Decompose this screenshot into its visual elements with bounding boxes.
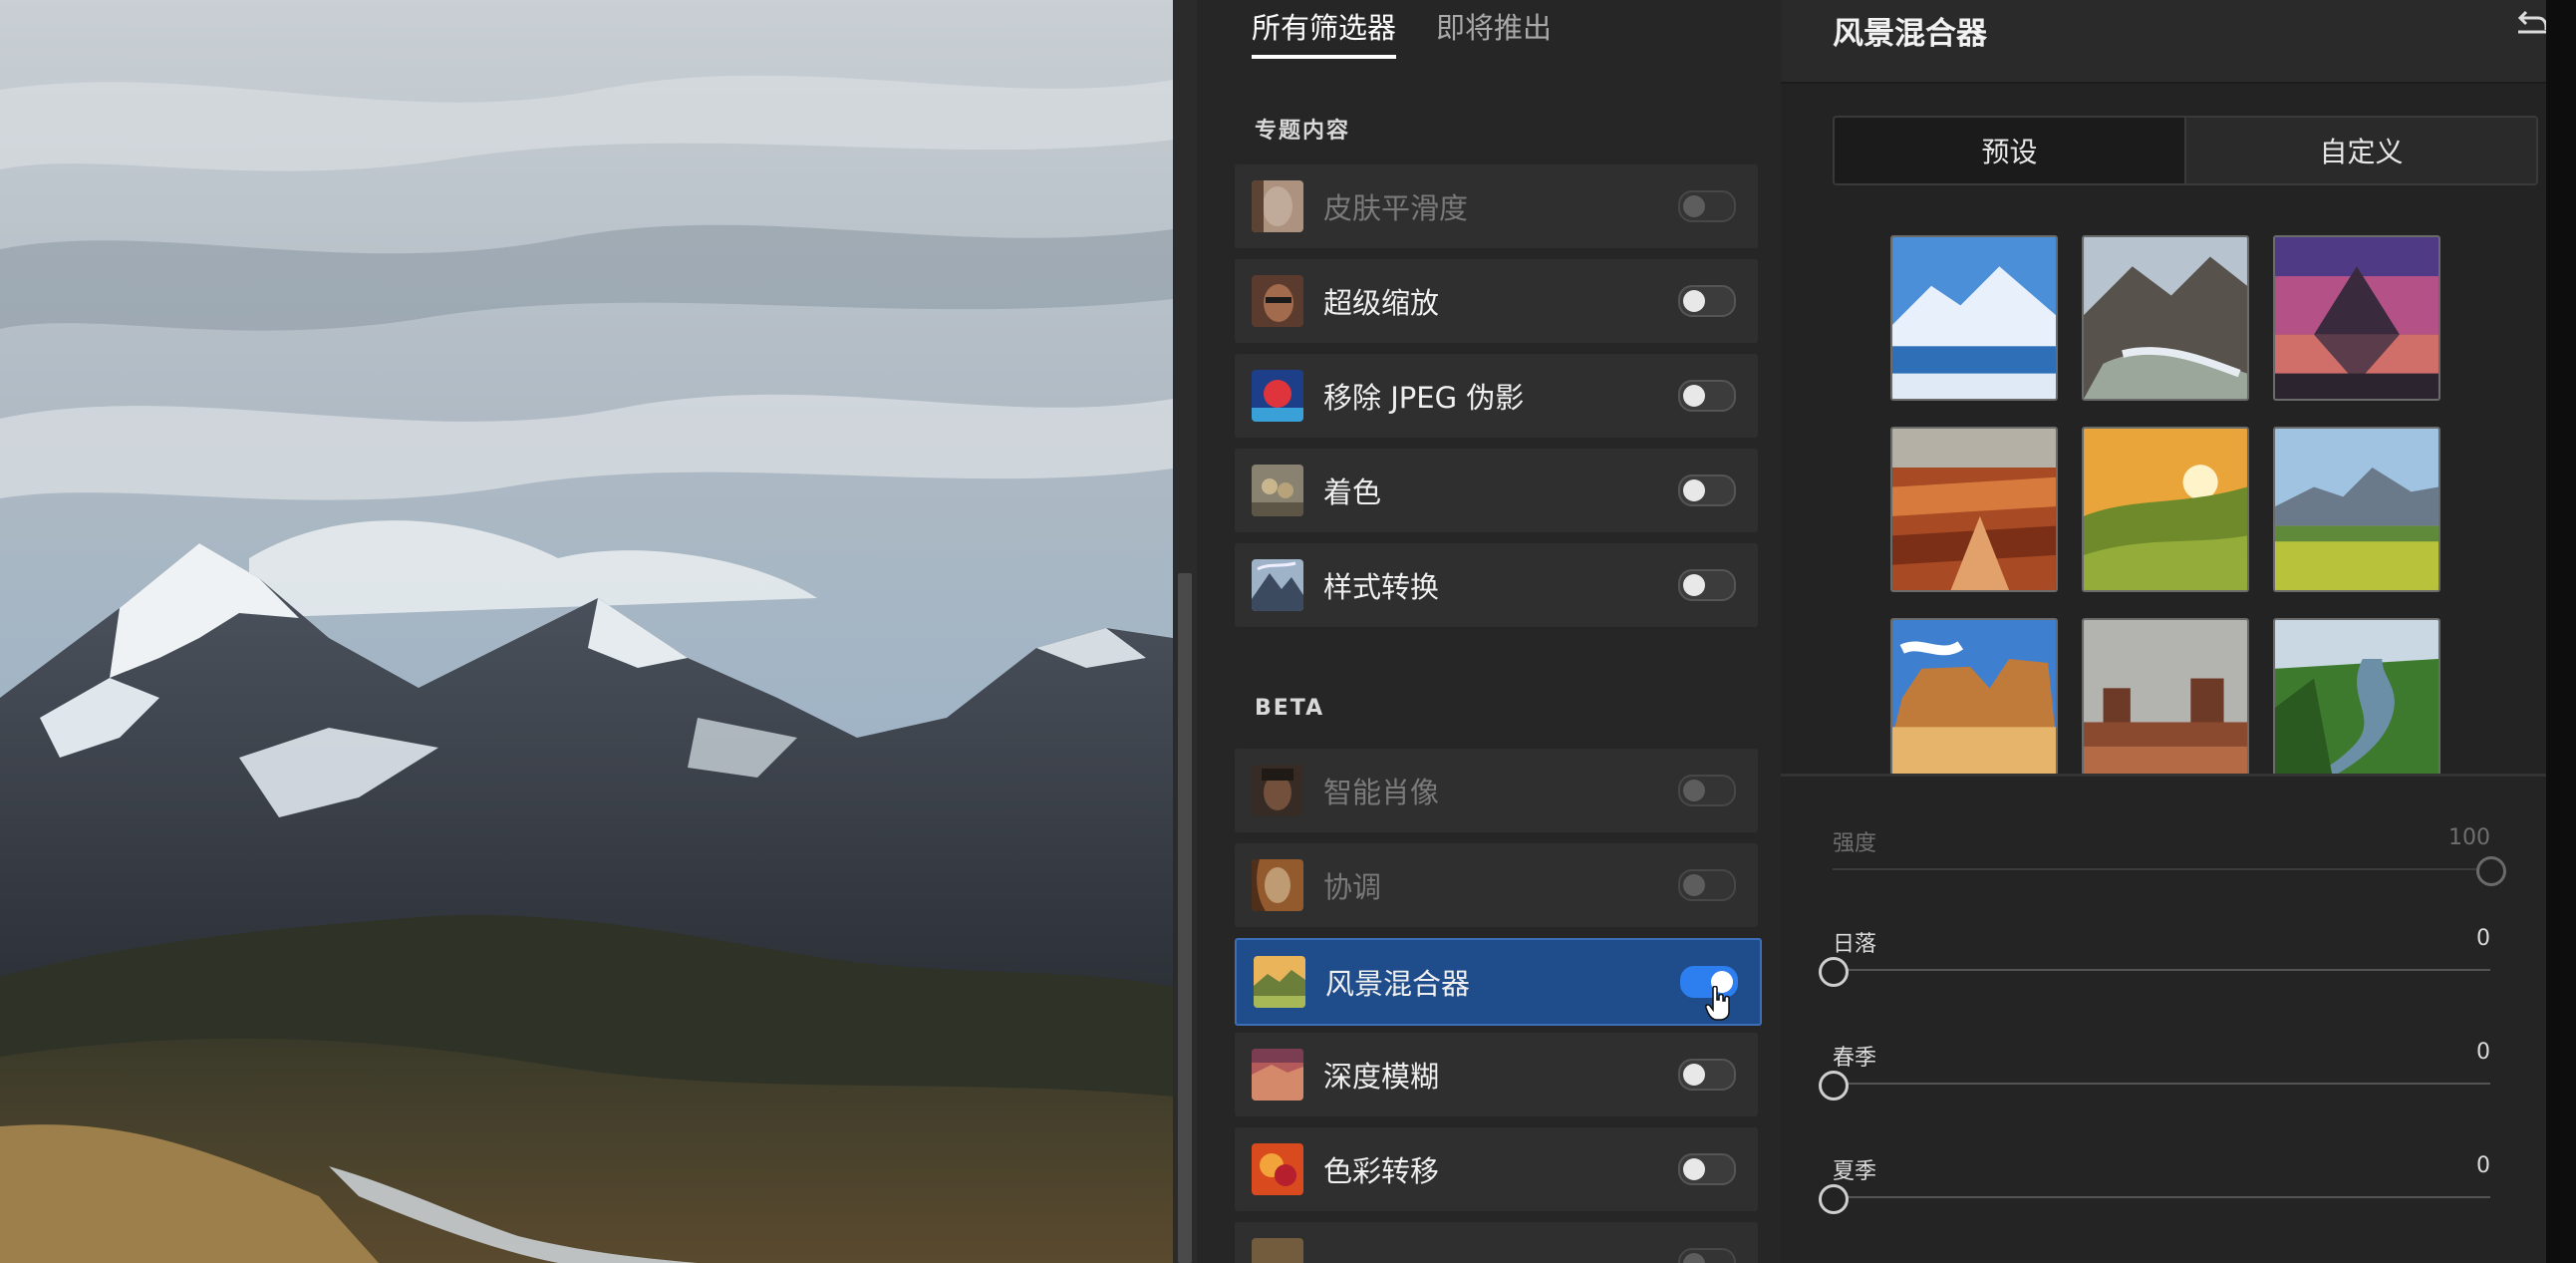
filter-list-panel: 所有筛选器 即将推出 专题内容 皮肤平滑度 超级缩放 移除 JPEG 伪影 着色 [1197,0,1781,1263]
filter-toggle[interactable] [1678,869,1736,901]
preset-winter-lake[interactable] [1890,235,2058,401]
filter-item-skin-smoothing[interactable]: 皮肤平滑度 [1235,164,1758,248]
preset-grid [1890,235,2448,774]
filter-label: 移除 JPEG 伪影 [1323,381,1525,415]
filter-item-style-transfer[interactable]: 样式转换 [1235,543,1758,627]
filter-toggle[interactable] [1678,775,1736,806]
filter-label: 超级缩放 [1323,286,1440,320]
slider-track[interactable] [1833,1196,2490,1198]
slider-track[interactable] [1833,1083,2490,1085]
slider-value: 0 [2476,926,2490,951]
photo-canvas[interactable] [0,0,1173,1263]
slider-value: 0 [2476,1153,2490,1178]
filter-item-landscape-mixer[interactable]: 风景混合器 [1235,938,1762,1026]
filter-item-color-transfer[interactable]: 色彩转移 [1235,1127,1758,1211]
harmonization-thumbnail [1252,859,1303,911]
filter-toggle[interactable] [1678,190,1736,222]
landscape-mixer-panel: 风景混合器 预设 自定义 强度 100 日落 0 春季 0 夏季 0 [1781,0,2546,1263]
filter-item-remove-jpeg-artifacts[interactable]: 移除 JPEG 伪影 [1235,354,1758,438]
section-title-beta: BETA [1255,696,1325,721]
slider-label: 日落 [1833,932,1877,957]
filter-toggle[interactable] [1678,380,1736,412]
slider-label: 强度 [1833,831,1877,856]
landscape-photo [0,0,1173,1263]
strength-slider[interactable]: 强度 100 [1833,825,2506,905]
filter-item-depth-blur[interactable]: 深度模糊 [1235,1033,1758,1116]
slider-value: 0 [2476,1040,2490,1065]
depth-blur-thumbnail [1252,1049,1303,1101]
preset-mountain-valley[interactable] [2082,235,2249,401]
filter-toggle[interactable] [1678,1248,1736,1263]
slider-track[interactable] [1833,969,2490,971]
filter-item-colorize[interactable]: 着色 [1235,449,1758,532]
slider-handle[interactable] [2476,856,2506,886]
filter-label: 着色 [1323,475,1382,509]
preset-canyon[interactable] [1890,427,2058,592]
panel-header: 风景混合器 [1781,0,2546,84]
slider-value: 100 [2448,825,2490,850]
landscape-mixer-thumbnail [1254,956,1305,1008]
smart-portrait-thumbnail [1252,765,1303,816]
preset-sunset-peak[interactable] [2273,235,2440,401]
tab-all-filters[interactable]: 所有筛选器 [1252,0,1397,59]
skin-smoothing-thumbnail [1252,180,1303,232]
mixer-sliders: 强度 100 日落 0 春季 0 夏季 0 [1781,777,2546,1263]
filter-item-super-zoom[interactable]: 超级缩放 [1235,259,1758,343]
filter-toggle[interactable] [1678,474,1736,506]
reset-icon[interactable] [2516,8,2546,42]
filter-item-harmonization[interactable]: 协调 [1235,843,1758,927]
preset-custom-switch: 预设 自定义 [1833,116,2538,185]
preset-sunrise-hills[interactable] [2082,427,2249,592]
filter-tabs: 所有筛选器 即将推出 [1252,0,1552,59]
super-zoom-thumbnail [1252,275,1303,327]
segment-custom[interactable]: 自定义 [2184,118,2536,183]
summer-slider[interactable]: 夏季 0 [1819,1153,2490,1233]
slider-track[interactable] [1833,868,2490,870]
section-title-featured: 专题内容 [1255,119,1351,144]
filter-label: 智能肖像 [1323,776,1440,809]
filter-label: 深度模糊 [1323,1060,1440,1094]
filter-toggle[interactable] [1678,285,1736,317]
window-edge [2546,0,2576,1263]
jpeg-artifacts-thumbnail [1252,370,1303,422]
slider-label: 春季 [1833,1046,1877,1071]
tab-coming-soon[interactable]: 即将推出 [1436,0,1552,55]
filter-label: 风景混合器 [1325,967,1471,1001]
spring-slider[interactable]: 春季 0 [1819,1040,2490,1119]
segment-presets[interactable]: 预设 [1835,118,2184,183]
filter-label: 样式转换 [1323,570,1440,604]
filter-toggle[interactable] [1678,569,1736,601]
slider-handle[interactable] [1819,957,1849,987]
slider-handle[interactable] [1819,1184,1849,1214]
filter-item-smart-portrait[interactable]: 智能肖像 [1235,749,1758,832]
preset-desert-rocks[interactable] [1890,618,2058,774]
sunset-slider[interactable]: 日落 0 [1819,926,2490,1006]
filter-item-partial[interactable] [1235,1222,1758,1263]
filter-label: 皮肤平滑度 [1323,191,1469,225]
panel-title: 风景混合器 [1833,16,1987,52]
preset-monument-valley[interactable] [2082,618,2249,774]
color-transfer-thumbnail [1252,1143,1303,1195]
colorize-thumbnail [1252,465,1303,516]
canvas-scrollbar[interactable] [1173,0,1197,1263]
style-transfer-thumbnail [1252,559,1303,611]
filter-label: 协调 [1323,870,1382,904]
hand-pointer-cursor-icon [1705,986,1730,1021]
preset-river-valley[interactable] [2273,618,2440,774]
slider-handle[interactable] [1819,1071,1849,1101]
partial-item-thumbnail [1252,1238,1303,1263]
filter-label: 色彩转移 [1323,1154,1440,1188]
slider-label: 夏季 [1833,1159,1877,1184]
filter-toggle[interactable] [1678,1059,1736,1091]
scrollbar-thumb[interactable] [1178,573,1192,1263]
preset-spring-meadow[interactable] [2273,427,2440,592]
filter-toggle[interactable] [1678,1153,1736,1185]
